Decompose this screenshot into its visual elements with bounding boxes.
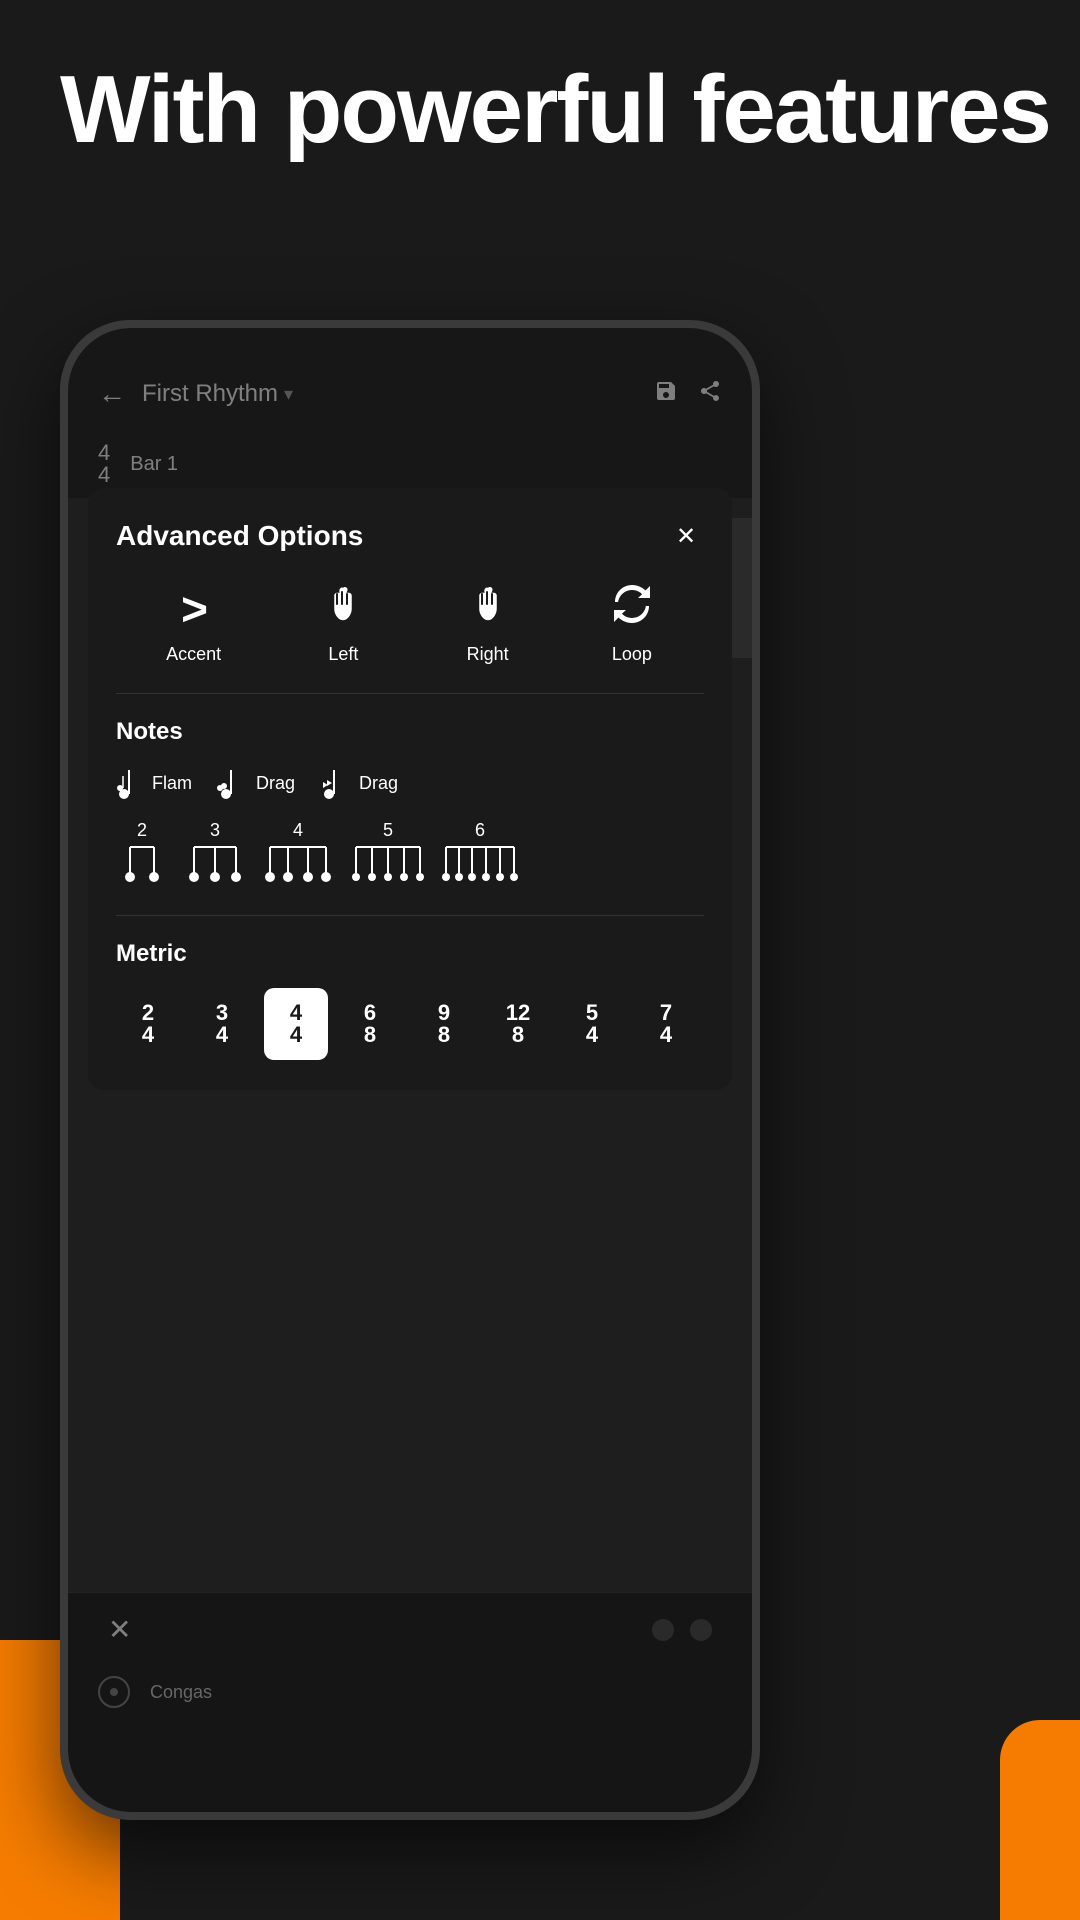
metric-5-4[interactable]: 5 4: [560, 988, 624, 1060]
action-left[interactable]: Left: [321, 582, 365, 665]
metric-3-4[interactable]: 3 4: [190, 988, 254, 1060]
tuplet-6[interactable]: 6: [442, 820, 518, 887]
phone-mockup: ← First Rhythm ▾: [60, 320, 760, 1820]
tuplet-2[interactable]: 2: [116, 820, 168, 887]
accent-label: Accent: [166, 644, 221, 665]
action-accent[interactable]: > Accent: [166, 582, 221, 665]
divider-2: [116, 915, 704, 916]
metric-12-8[interactable]: 12 8: [486, 988, 550, 1060]
modal-title: Advanced Options: [116, 520, 363, 552]
notes-title: Notes: [116, 718, 704, 746]
header-section: With powerful features: [60, 60, 1050, 161]
flam-label: Flam: [152, 773, 192, 794]
note-drag-2[interactable]: Drag: [319, 766, 398, 800]
tuplet-5[interactable]: 5: [350, 820, 426, 887]
metric-row: 2 4 3 4 4 4: [116, 988, 704, 1060]
note-flam[interactable]: Flam: [116, 766, 192, 800]
metric-2-4[interactable]: 2 4: [116, 988, 180, 1060]
orange-accent-right: [1000, 1720, 1080, 1920]
left-hand-icon: [321, 582, 365, 636]
loop-label: Loop: [612, 644, 652, 665]
notes-items-row: Flam Drag: [116, 766, 704, 800]
notes-section: Notes Flam: [116, 718, 704, 887]
metric-9-8[interactable]: 9 8: [412, 988, 476, 1060]
right-hand-icon: [466, 582, 510, 636]
modal-overlay: Advanced Options ✕ > Accent: [68, 328, 752, 1812]
metric-section: Metric 2 4 3 4 4: [116, 940, 704, 1060]
phone-screen: ← First Rhythm ▾: [68, 328, 752, 1812]
right-label: Right: [467, 644, 509, 665]
metric-4-4[interactable]: 4 4: [264, 988, 328, 1060]
tuplet-3[interactable]: 3: [184, 820, 246, 887]
drag2-label: Drag: [359, 773, 398, 794]
actions-row: > Accent: [116, 582, 704, 665]
header-title: With powerful features: [60, 60, 1050, 161]
metric-title: Metric: [116, 940, 704, 968]
metric-7-4[interactable]: 7 4: [634, 988, 698, 1060]
loop-icon: [610, 582, 654, 636]
modal-header: Advanced Options ✕: [116, 518, 704, 554]
left-label: Left: [328, 644, 358, 665]
phone-inner: ← First Rhythm ▾: [68, 328, 752, 1812]
tuplets-row: 2 3: [116, 820, 704, 887]
metric-6-8[interactable]: 6 8: [338, 988, 402, 1060]
accent-icon: >: [180, 582, 207, 636]
note-drag-1[interactable]: Drag: [216, 766, 295, 800]
divider-1: [116, 693, 704, 694]
tuplet-4[interactable]: 4: [262, 820, 334, 887]
action-loop[interactable]: Loop: [610, 582, 654, 665]
action-right[interactable]: Right: [466, 582, 510, 665]
drag1-label: Drag: [256, 773, 295, 794]
advanced-options-modal: Advanced Options ✕ > Accent: [88, 488, 732, 1090]
close-button[interactable]: ✕: [668, 518, 704, 554]
